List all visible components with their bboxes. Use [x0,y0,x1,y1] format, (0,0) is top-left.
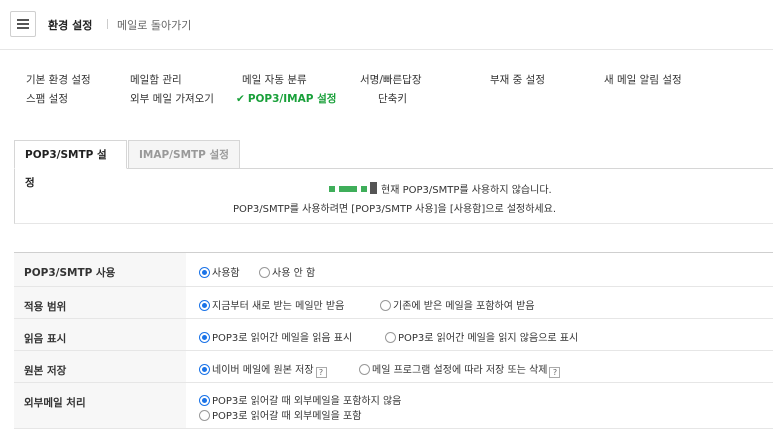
hamburger-menu-icon[interactable] [10,11,36,37]
radio-include-external[interactable]: POP3로 읽어갈 때 외부메일을 포함 [199,407,361,422]
tab-imap-smtp[interactable]: IMAP/SMTP 설정 [128,140,240,169]
title-divider [107,19,108,29]
nav-item-spam-settings[interactable]: 스팸 설정 [26,91,68,106]
nav-item-away-settings[interactable]: 부재 중 설정 [490,72,545,87]
setting-label: 외부메일 처리 [14,383,186,428]
status-icon-bar [339,186,357,192]
back-to-mail-link[interactable]: 메일로 돌아가기 [117,17,191,33]
radio-selected-icon[interactable] [199,395,210,406]
protocol-tabs: POP3/SMTP 설정 IMAP/SMTP 설정 [14,140,773,189]
setting-row-original-save: 원본 저장 네이버 메일에 원본 저장? 메일 프로그램 설정에 따라 저장 또… [14,351,773,383]
tab-pop3-smtp[interactable]: POP3/SMTP 설정 [14,140,127,189]
menu-line [17,19,29,21]
nav-item-shortcuts[interactable]: 단축키 [378,91,407,106]
radio-icon[interactable] [259,267,270,278]
radio-icon[interactable] [359,364,370,375]
nav-item-new-mail-alert[interactable]: 새 메일 알림 설정 [604,72,682,87]
nav-item-pop3-imap-settings[interactable]: ✔ POP3/IMAP 설정 [236,91,336,106]
nav-item-label: POP3/IMAP 설정 [247,93,337,105]
status-icon-dot [361,186,367,192]
setting-label: 적용 범위 [14,287,186,318]
status-icon [315,182,377,194]
radio-selected-icon[interactable] [199,300,210,311]
nav-item-mailbox-management[interactable]: 메일함 관리 [130,72,182,87]
radio-new-mail-only[interactable]: 지금부터 새로 받는 메일만 받음 [199,297,344,312]
status-notice: 현재 POP3/SMTP를 사용하지 않습니다. POP3/SMTP를 사용하려… [14,169,773,224]
radio-mark-read[interactable]: POP3로 읽어간 메일을 읽음 표시 [199,329,352,344]
radio-icon[interactable] [199,410,210,421]
settings-table: POP3/SMTP 사용 사용함 사용 안 함 적용 범위 지금부터 새로 받는… [14,252,773,429]
nav-item-auto-classify[interactable]: 메일 자동 분류 [242,72,307,87]
help-icon[interactable]: ? [315,367,327,378]
status-icon-block [370,182,377,194]
radio-not-use[interactable]: 사용 안 함 [259,264,315,279]
radio-include-existing[interactable]: 기존에 받은 메일을 포함하여 받음 [380,297,535,312]
radio-selected-icon[interactable] [199,267,210,278]
radio-exclude-external[interactable]: POP3로 읽어갈 때 외부메일을 포함하지 않음 [199,392,401,407]
page-title: 환경 설정 [48,19,93,32]
radio-mark-unread[interactable]: POP3로 읽어간 메일을 읽지 않음으로 표시 [385,329,578,344]
top-bar: 환경 설정 메일로 돌아가기 [0,0,773,50]
check-icon: ✔ [236,93,245,105]
notice-status-text: 현재 POP3/SMTP를 사용하지 않습니다. [381,185,552,196]
setting-row-scope: 적용 범위 지금부터 새로 받는 메일만 받음 기존에 받은 메일을 포함하여 … [14,287,773,319]
radio-icon[interactable] [385,332,396,343]
menu-line [17,23,29,25]
status-icon-dot [329,186,335,192]
nav-item-signature-quick-reply[interactable]: 서명/빠른답장 [360,72,422,87]
setting-row-external-mail: 외부메일 처리 POP3로 읽어갈 때 외부메일을 포함하지 않음 POP3로 … [14,383,773,429]
setting-row-read-mark: 읽음 표시 POP3로 읽어간 메일을 읽음 표시 POP3로 읽어간 메일을 … [14,319,773,351]
radio-selected-icon[interactable] [199,332,210,343]
radio-save-original[interactable]: 네이버 메일에 원본 저장? [199,361,327,378]
nav-item-basic-settings[interactable]: 기본 환경 설정 [26,72,91,87]
setting-label: POP3/SMTP 사용 [14,253,186,286]
nav-item-external-mail[interactable]: 외부 메일 가져오기 [130,91,214,106]
radio-follow-client[interactable]: 메일 프로그램 설정에 따라 저장 또는 삭제? [359,361,561,378]
setting-label: 읽음 표시 [14,319,186,350]
help-icon[interactable]: ? [549,367,561,378]
menu-line [17,27,29,29]
notice-instruction-text: POP3/SMTP를 사용하려면 [POP3/SMTP 사용]을 [사용함]으로… [232,204,557,215]
setting-label: 원본 저장 [14,351,186,382]
setting-row-pop3-use: POP3/SMTP 사용 사용함 사용 안 함 [14,253,773,287]
radio-selected-icon[interactable] [199,364,210,375]
radio-icon[interactable] [380,300,391,311]
radio-use[interactable]: 사용함 [199,264,240,279]
